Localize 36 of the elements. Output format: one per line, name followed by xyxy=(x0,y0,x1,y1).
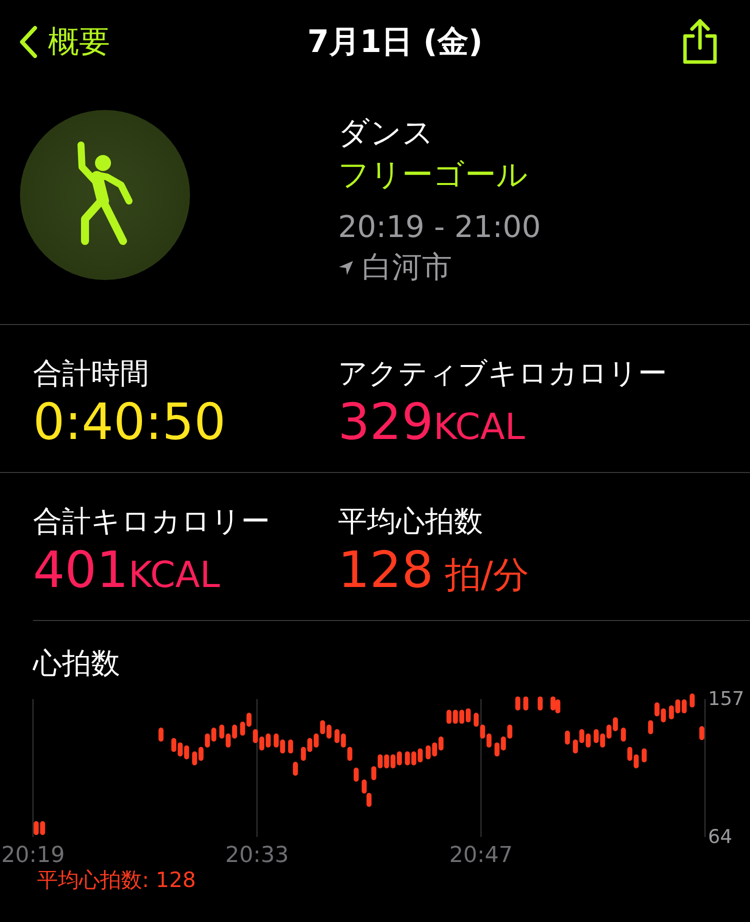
location-arrow-icon xyxy=(338,260,354,276)
heart-rate-point xyxy=(158,728,164,742)
workout-goal: フリーゴール xyxy=(338,156,529,195)
y-axis-label: 64 xyxy=(708,826,732,848)
heart-rate-point xyxy=(699,726,704,740)
chevron-icon xyxy=(18,25,38,59)
stat-value: 128 拍/分 xyxy=(338,540,530,601)
heart-rate-point xyxy=(538,696,543,710)
heart-rate-point xyxy=(648,720,654,734)
x-axis-label: 20:33 xyxy=(225,843,289,868)
stat-value: 401 KCAL xyxy=(33,540,221,601)
x-axis-label: 20:19 xyxy=(1,843,65,868)
heart-rate-point xyxy=(288,739,294,754)
stat-value: 0:40:50 xyxy=(33,392,227,453)
workout-name: ダンス xyxy=(338,114,435,153)
heart-rate-point xyxy=(523,696,528,710)
average-heart-rate: 平均心拍数: 128 xyxy=(36,867,197,894)
heart-rate-point xyxy=(690,693,695,708)
heart-rate-point xyxy=(292,762,298,776)
workout-time: 20:19 - 21:00 xyxy=(338,209,541,247)
stat-value: 329KCAL xyxy=(338,392,526,453)
heart-rate-point xyxy=(515,696,520,710)
stat-label: 合計キロカロリー xyxy=(33,503,271,539)
heart-rate-point xyxy=(642,748,647,762)
chart-title: 心拍数 xyxy=(33,645,120,682)
heart-rate-point xyxy=(564,730,570,745)
y-axis-label: 157 xyxy=(708,688,744,710)
workout-location: 白河市 xyxy=(362,249,452,287)
back-button[interactable]: 概要 xyxy=(18,21,110,63)
stat-label: 合計時間 xyxy=(33,355,150,391)
heart-rate-point xyxy=(620,728,626,742)
stat-label: アクティブキロカロリー xyxy=(338,355,668,391)
x-axis-label: 20:47 xyxy=(449,843,513,868)
stat-label: 平均心拍数 xyxy=(338,503,484,539)
page-title: 7月1日 (金) xyxy=(307,23,483,62)
heart-rate-point xyxy=(354,768,359,782)
